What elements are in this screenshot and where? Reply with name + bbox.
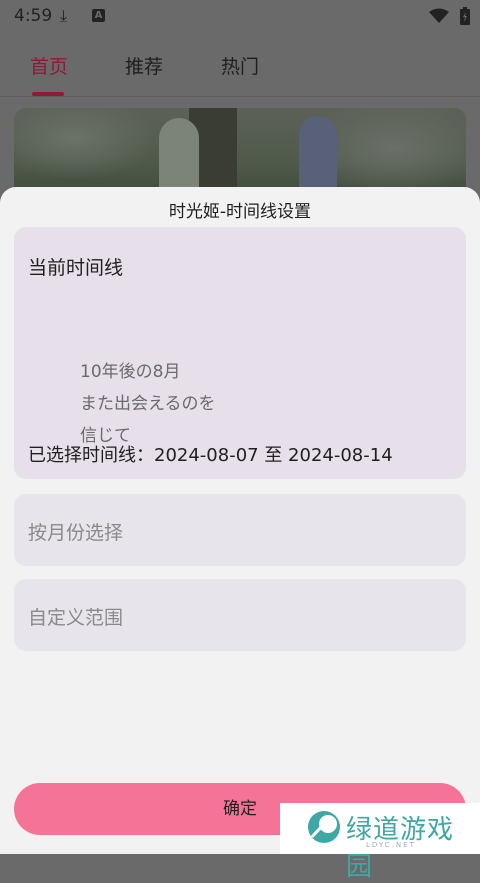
banner-character-left [159,118,199,198]
timeline-quote: 10年後の8月 また出会えるのを 信じて [80,357,216,453]
tab-recommend[interactable]: 推荐 [125,52,163,79]
status-bar: 4:59 ⤓ A [0,0,480,32]
tab-home[interactable]: 首页 [30,52,68,79]
selected-timeline-range: 已选择时间线：2024-08-07 至 2024-08-14 [28,445,393,466]
app-tab-bar: 首页 推荐 热门 [0,32,480,96]
current-timeline-card: 当前时间线 10年後の8月 また出会えるのを 信じて 已选择时间线：2024-0… [14,227,466,479]
quote-line: また出会えるのを [80,394,216,414]
custom-range-option[interactable]: 自定义范围 [14,579,466,651]
watermark: 绿道游戏园 LDYC.NET [280,803,480,882]
a-icon: A [92,9,105,22]
watermark-subtext: LDYC.NET [366,841,416,849]
status-time: 4:59 [14,6,53,26]
select-by-month-option[interactable]: 按月份选择 [14,494,466,566]
current-timeline-heading: 当前时间线 [28,257,124,279]
sheet-title: 时光姬-时间线设置 [168,202,312,222]
wifi-icon [428,8,449,23]
tab-divider [0,96,480,97]
banner-image[interactable] [14,108,466,198]
banner-character-right [299,116,337,198]
battery-icon [460,7,470,25]
banner-background [14,108,466,198]
custom-range-label: 自定义范围 [28,607,124,629]
timeline-settings-sheet: 时光姬-时间线设置 当前时间线 10年後の8月 また出会えるのを 信じて 已选择… [0,187,480,854]
quote-line: 10年後の8月 [80,362,181,382]
select-by-month-label: 按月份选择 [28,522,124,544]
watermark-logo-icon [308,811,340,843]
tab-hot[interactable]: 热门 [221,52,259,79]
status-icons [423,6,470,26]
download-icon: ⤓ [60,6,68,25]
